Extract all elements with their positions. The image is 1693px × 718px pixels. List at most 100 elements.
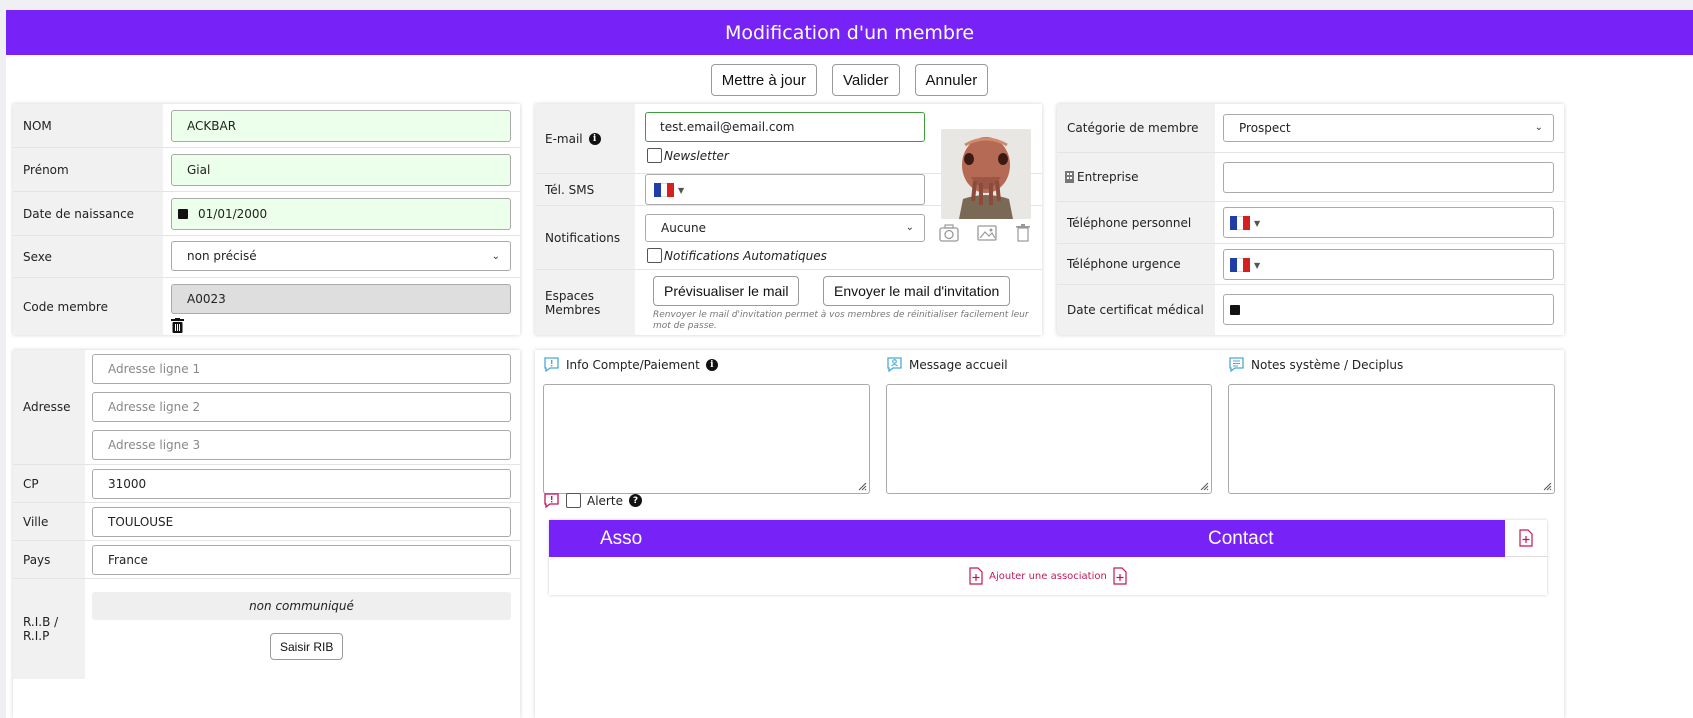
- france-flag-icon: [1230, 216, 1251, 230]
- france-flag-icon: [1230, 258, 1251, 272]
- row-prenom: Prénom Gial: [13, 148, 520, 192]
- info-compte-label: Info Compte/Paiement: [566, 357, 700, 372]
- add-association-row[interactable]: Ajouter une association: [549, 557, 1547, 595]
- validate-button[interactable]: Valider: [831, 64, 900, 96]
- comment-user-icon: [887, 357, 902, 373]
- address-line2-input[interactable]: Adresse ligne 2: [92, 392, 511, 422]
- notes-card: Info Compte/Paiement i Message accueil N…: [535, 350, 1564, 718]
- cp-input[interactable]: 31000: [92, 469, 511, 499]
- tel-perso-input[interactable]: ▼: [1223, 207, 1554, 238]
- send-invitation-button[interactable]: Envoyer le mail d'invitation: [823, 276, 1011, 306]
- page-title: Modification d'un membre: [6, 10, 1693, 55]
- info-icon[interactable]: i: [705, 358, 718, 371]
- member-edit-window: Modification d'un membre Mettre à jour V…: [6, 10, 1693, 718]
- message-accueil-textarea[interactable]: [886, 384, 1212, 494]
- avatar-image: [941, 129, 1031, 219]
- newsletter-label: Newsletter: [664, 148, 729, 163]
- sexe-value: non précisé: [187, 249, 257, 263]
- alerte-checkbox[interactable]: [566, 493, 581, 508]
- add-association-header-button[interactable]: [1505, 520, 1547, 557]
- trash-icon[interactable]: [171, 318, 184, 333]
- comment-notes-icon: [1229, 357, 1244, 373]
- tel-urgence-input[interactable]: ▼: [1223, 249, 1554, 280]
- row-pays: Pays France: [13, 541, 520, 579]
- prenom-input[interactable]: Gial: [171, 154, 511, 186]
- help-icon[interactable]: ?: [628, 494, 642, 507]
- dob-input[interactable]: 01/01/2000: [171, 198, 511, 230]
- add-association-label: Ajouter une association: [989, 570, 1107, 582]
- tel-perso-label: Téléphone personnel: [1057, 202, 1215, 243]
- certificat-label: Date certificat médical: [1057, 285, 1215, 335]
- resize-grip-icon[interactable]: [1542, 481, 1552, 491]
- sms-input[interactable]: ▼: [645, 174, 925, 205]
- row-espaces: Espaces Membres Prévisualiser le mail En…: [535, 270, 1042, 335]
- categorie-label: Catégorie de membre: [1057, 104, 1215, 152]
- message-accueil-label: Message accueil: [909, 357, 1008, 372]
- cancel-button[interactable]: Annuler: [914, 64, 989, 96]
- categorie-select[interactable]: Prospect ⌄: [1223, 114, 1554, 142]
- row-tel-perso: Téléphone personnel ▼: [1057, 202, 1564, 244]
- code-label: Code membre: [13, 278, 163, 335]
- chevron-down-icon: ⌄: [1534, 122, 1543, 133]
- notif-auto-label: Notifications Automatiques: [664, 248, 827, 263]
- tel-urgence-label: Téléphone urgence: [1057, 244, 1215, 284]
- ville-input[interactable]: TOULOUSE: [92, 507, 511, 537]
- row-cp: CP 31000: [13, 465, 520, 503]
- address-line3-placeholder: Adresse ligne 3: [108, 438, 201, 452]
- nom-input[interactable]: ACKBAR: [171, 110, 511, 142]
- message-accueil-heading: Message accueil: [886, 356, 1008, 373]
- contact-card: E-mail i test.email@email.com Newsletter…: [535, 104, 1042, 335]
- calendar-icon: [1230, 304, 1240, 315]
- france-flag-icon: [654, 183, 675, 197]
- notif-select[interactable]: Aucune ⌄: [645, 214, 925, 242]
- pays-label: Pays: [13, 541, 85, 578]
- newsletter-checkbox[interactable]: [647, 148, 662, 163]
- chevron-down-icon: ⌄: [491, 251, 500, 262]
- resize-grip-icon[interactable]: [1199, 481, 1209, 491]
- info-icon[interactable]: i: [588, 132, 601, 145]
- certificat-input[interactable]: [1223, 294, 1554, 325]
- row-code: Code membre A0023: [13, 278, 520, 335]
- delete-photo-icon[interactable]: [1015, 224, 1031, 242]
- chevron-down-icon: ⌄: [905, 222, 914, 233]
- notes-systeme-textarea[interactable]: [1228, 384, 1555, 494]
- email-input[interactable]: test.email@email.com: [645, 112, 925, 142]
- file-plus-icon: [1113, 567, 1127, 585]
- info-compte-heading: Info Compte/Paiement i: [543, 356, 718, 373]
- country-selector[interactable]: ▼: [654, 183, 684, 197]
- espaces-label: Espaces Membres: [535, 270, 635, 335]
- ville-label: Ville: [13, 503, 85, 540]
- country-selector[interactable]: ▼: [1230, 258, 1260, 272]
- avatar-actions: [939, 224, 1031, 242]
- sexe-select[interactable]: non précisé ⌄: [171, 241, 511, 271]
- nom-label: NOM: [13, 104, 163, 147]
- address-line3-input[interactable]: Adresse ligne 3: [92, 430, 511, 460]
- calendar-icon: [178, 209, 188, 219]
- notif-auto-checkbox[interactable]: [647, 248, 662, 263]
- camera-icon[interactable]: [939, 224, 959, 242]
- country-selector[interactable]: ▼: [1230, 216, 1260, 230]
- categorie-value: Prospect: [1239, 121, 1291, 135]
- row-categorie: Catégorie de membre Prospect ⌄: [1057, 104, 1564, 153]
- associations-header: Asso Contact: [549, 520, 1505, 557]
- image-icon[interactable]: [977, 224, 997, 242]
- action-bar: Mettre à jour Valider Annuler: [6, 64, 1693, 96]
- saisir-rib-button[interactable]: Saisir RIB: [270, 633, 344, 660]
- preview-mail-button[interactable]: Prévisualiser le mail: [653, 276, 800, 306]
- row-adresse: Adresse Adresse ligne 1 Adresse ligne 2 …: [13, 350, 520, 465]
- dob-label: Date de naissance: [13, 192, 163, 235]
- notif-value: Aucune: [661, 221, 707, 235]
- entreprise-input[interactable]: [1223, 162, 1554, 193]
- update-button[interactable]: Mettre à jour: [710, 64, 817, 96]
- resize-grip-icon[interactable]: [857, 481, 867, 491]
- rib-label: R.I.B / R.I.P: [13, 579, 85, 679]
- pays-input[interactable]: France: [92, 545, 511, 575]
- address-line1-placeholder: Adresse ligne 1: [108, 362, 201, 376]
- address-card: Adresse Adresse ligne 1 Adresse ligne 2 …: [13, 350, 520, 718]
- address-line1-input[interactable]: Adresse ligne 1: [92, 354, 511, 384]
- info-compte-textarea[interactable]: [543, 384, 870, 494]
- sexe-label: Sexe: [13, 236, 163, 277]
- row-entreprise: Entreprise: [1057, 153, 1564, 202]
- notes-systeme-heading: Notes système / Deciplus: [1228, 356, 1403, 373]
- sms-label: Tél. SMS: [535, 174, 635, 205]
